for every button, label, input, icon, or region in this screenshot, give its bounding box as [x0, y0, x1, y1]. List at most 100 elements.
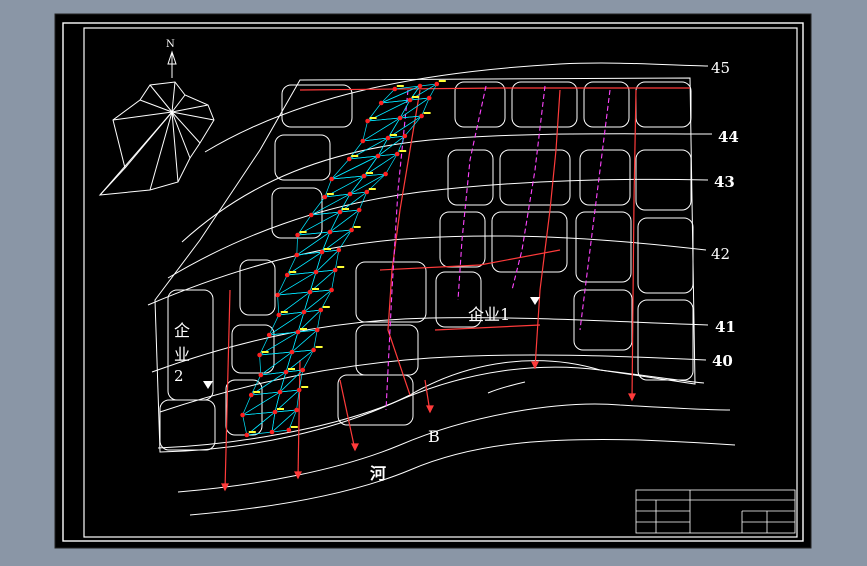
contour-label-45: 45 [711, 59, 730, 77]
network-node [300, 367, 306, 373]
network-node [296, 387, 302, 393]
network-node [365, 118, 370, 124]
network-node [329, 287, 334, 293]
network-node [349, 227, 354, 233]
node-tag [438, 80, 446, 82]
drawing-canvas: N 45 44 43 42 41 40 企业1 企 业 2 B 河 [0, 0, 867, 562]
north-label: N [166, 39, 175, 50]
network-node [337, 209, 343, 215]
network-node [272, 409, 278, 415]
node-tag [326, 193, 334, 195]
network-node [257, 352, 262, 358]
node-tag [300, 328, 307, 330]
contour-label-43: 43 [714, 173, 735, 191]
network-node [295, 232, 300, 238]
network-node [322, 194, 328, 200]
network-node [244, 432, 250, 438]
network-node [394, 151, 400, 157]
enterprise-1-label: 企业1 [468, 305, 510, 324]
network-node [295, 329, 301, 335]
node-tag [369, 117, 377, 119]
outlet-label: B [428, 427, 440, 446]
network-node [364, 189, 370, 195]
node-tag [368, 188, 376, 190]
network-node [378, 100, 384, 106]
node-tag [299, 231, 307, 233]
node-tag [412, 96, 419, 98]
network-node [266, 332, 272, 338]
network-node [276, 312, 282, 318]
node-tag [324, 248, 331, 250]
network-node [301, 309, 307, 315]
network-node [419, 113, 424, 119]
node-tag [423, 112, 431, 114]
node-tag [399, 150, 407, 152]
node-tag [366, 172, 373, 174]
cad-viewport[interactable]: N 45 44 43 42 41 40 企业1 企 业 2 B 河 [0, 0, 867, 562]
node-tag [290, 426, 298, 428]
enterprise-2-label-3: 2 [174, 367, 184, 385]
network-node [332, 267, 338, 273]
network-node [356, 207, 362, 213]
network-node [402, 133, 408, 139]
node-tag [342, 208, 349, 210]
network-node [275, 292, 280, 298]
network-node [346, 156, 352, 162]
node-tag [396, 85, 404, 87]
network-node [283, 369, 289, 375]
network-node [318, 307, 324, 313]
node-tag [322, 306, 330, 308]
node-tag [390, 134, 397, 136]
network-node [314, 327, 320, 333]
network-node [248, 392, 254, 398]
network-node [329, 176, 334, 182]
network-node [407, 97, 413, 103]
network-node [269, 429, 275, 435]
network-node [426, 95, 432, 101]
network-node [385, 135, 391, 141]
network-node [294, 407, 299, 413]
node-tag [288, 368, 295, 370]
network-node [311, 347, 316, 353]
node-tag [277, 408, 284, 410]
network-node [392, 86, 398, 92]
network-node [361, 173, 367, 179]
river-label: 河 [370, 464, 386, 483]
node-tag [315, 346, 323, 348]
network-node [397, 115, 403, 121]
contour-label-40: 40 [712, 352, 733, 370]
enterprise-2-label-2: 业 [174, 345, 190, 364]
enterprise-2-label-1: 企 [174, 321, 190, 340]
network-node [284, 272, 290, 278]
network-node [308, 212, 314, 218]
node-tag [253, 391, 261, 393]
node-tag [280, 311, 288, 313]
network-node [286, 427, 292, 433]
node-tag [301, 386, 309, 388]
network-node [383, 171, 388, 177]
network-node [319, 249, 325, 255]
contour-label-42: 42 [711, 245, 730, 263]
node-tag [351, 155, 359, 157]
drawing-sheet [54, 13, 812, 549]
network-node [294, 252, 300, 258]
network-node [307, 289, 313, 295]
network-node [289, 349, 295, 355]
node-tag [353, 226, 361, 228]
node-tag [289, 271, 297, 273]
network-node [258, 372, 264, 378]
network-node [313, 269, 319, 275]
network-node [375, 153, 381, 159]
network-node [240, 412, 245, 418]
network-node [347, 191, 353, 197]
network-node [434, 81, 440, 87]
node-tag [337, 266, 345, 268]
network-node [277, 389, 283, 395]
network-node [417, 83, 423, 89]
node-tag [312, 288, 319, 290]
contour-label-41: 41 [715, 318, 736, 336]
network-node [336, 247, 342, 253]
node-tag [248, 431, 256, 433]
network-node [327, 229, 333, 235]
network-node [360, 138, 366, 144]
